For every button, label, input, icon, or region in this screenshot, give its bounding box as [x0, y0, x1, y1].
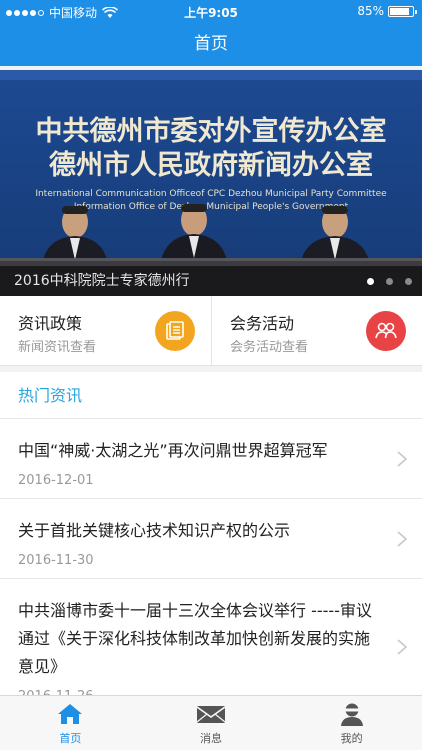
tab-label: 我的	[340, 732, 363, 745]
page-title: 首页	[194, 34, 228, 54]
banner-sign-en1: International Communication Officeof CPC…	[35, 189, 387, 199]
section-title: 热门资讯	[0, 372, 422, 419]
news-date: 2016-12-01	[18, 473, 94, 488]
nav-bar: 首页	[0, 24, 422, 66]
status-bar: 中国移动 上午9:05 85%	[0, 0, 422, 24]
tab-label: 首页	[59, 732, 82, 745]
tab-label: 消息	[200, 732, 222, 745]
banner-sign-en2: Information Office of Dezhou Municipal P…	[74, 202, 349, 212]
app-screen: 中国移动 上午9:05 85% 首页 中共德州市委对外宣传办公室 德州市人民政府…	[0, 0, 422, 750]
mail-icon	[196, 706, 226, 723]
news-title: 中共淄博市委十一届十三次全体会议举行 -----审议通过《关于深化科技体制改革加…	[18, 601, 372, 676]
carousel-pager[interactable]	[367, 278, 412, 285]
tab-bar: 首页 消息 我的	[0, 695, 422, 750]
card-title: 资讯政策	[18, 314, 83, 333]
pager-dot-3[interactable]	[405, 278, 412, 285]
chevron-right-icon	[397, 450, 408, 467]
banner-sign-line2: 德州市人民政府新闻办公室	[49, 149, 373, 181]
banner-caption: 2016中科院院士专家德州行	[0, 266, 422, 296]
battery-icon	[388, 5, 417, 17]
chevron-right-icon	[397, 638, 408, 655]
news-title: 关于首批关键核心技术知识产权的公示	[18, 521, 291, 540]
news-item[interactable]: 中国“神威·太湖之光”再次问鼎世界超算冠军 2016-12-01	[0, 419, 422, 499]
pager-dot-2[interactable]	[386, 278, 393, 285]
pager-dot-1[interactable]	[367, 278, 374, 285]
card-title: 会务活动	[230, 314, 295, 333]
tab-me[interactable]: 我的	[281, 696, 422, 750]
news-date: 2016-11-30	[18, 553, 94, 568]
home-icon	[58, 704, 83, 724]
banner-carousel[interactable]: 中共德州市委对外宣传办公室 德州市人民政府新闻办公室 International…	[0, 70, 422, 296]
user-icon	[340, 703, 363, 726]
hot-news-section: 热门资讯 中国“神威·太湖之光”再次问鼎世界超算冠军 2016-12-01 关于…	[0, 372, 422, 695]
card-subtitle: 新闻资讯查看	[18, 340, 97, 355]
news-item[interactable]: 关于首批关键核心技术知识产权的公示 2016-11-30	[0, 499, 422, 579]
people-icon	[366, 311, 406, 351]
card-meeting-activities[interactable]: 会务活动 会务活动查看	[211, 296, 422, 366]
document-icon	[155, 311, 195, 351]
card-subtitle: 会务活动查看	[230, 340, 309, 355]
chevron-right-icon	[397, 530, 408, 547]
banner-photo: 中共德州市委对外宣传办公室 德州市人民政府新闻办公室 International…	[0, 70, 422, 296]
news-item[interactable]: 中共淄博市委十一届十三次全体会议举行 -----审议通过《关于深化科技体制改革加…	[0, 579, 422, 695]
quick-entries: 资讯政策 新闻资讯查看 会务活动 会务活动查看	[0, 296, 422, 366]
status-right: 85%	[357, 4, 417, 18]
tab-messages[interactable]: 消息	[141, 696, 282, 750]
banner-sign-line1: 中共德州市委对外宣传办公室	[36, 115, 387, 147]
card-news-policy[interactable]: 资讯政策 新闻资讯查看	[0, 296, 211, 366]
tab-home[interactable]: 首页	[0, 696, 141, 750]
news-title: 中国“神威·太湖之光”再次问鼎世界超算冠军	[18, 441, 328, 460]
battery-percent: 85%	[357, 4, 384, 18]
